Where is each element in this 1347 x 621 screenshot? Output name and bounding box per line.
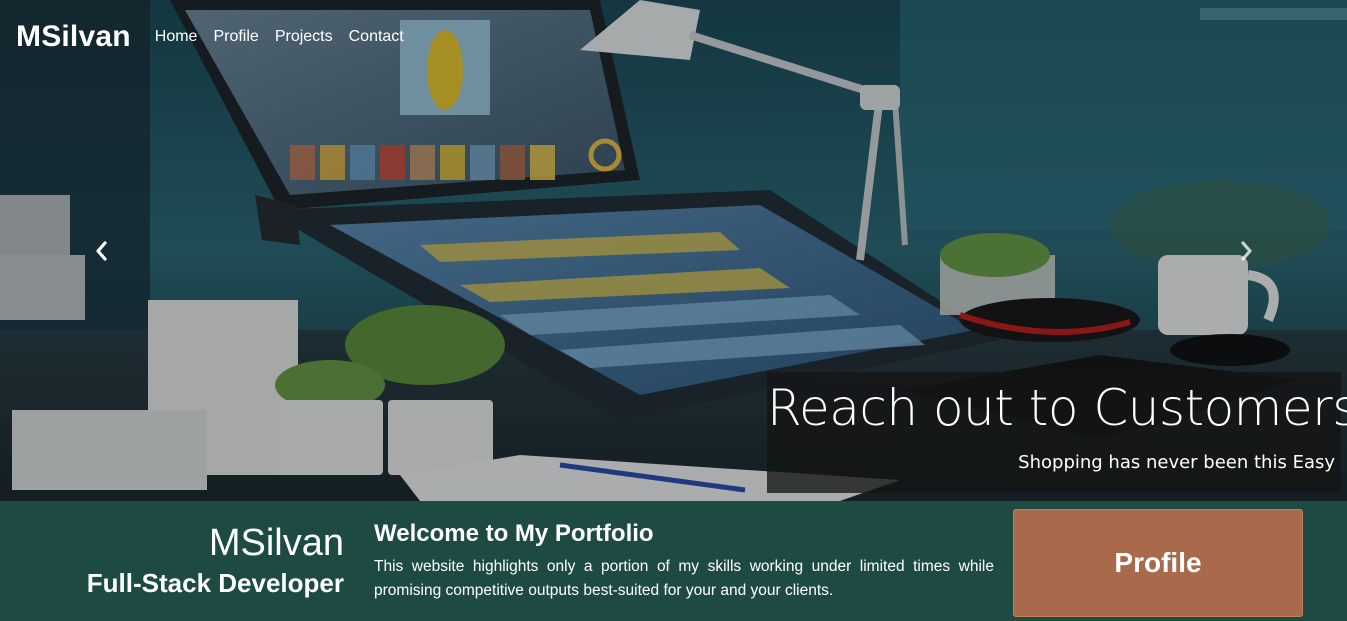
- welcome-text: This website highlights only a portion o…: [374, 558, 994, 599]
- chevron-right-icon: [1241, 241, 1252, 261]
- owner-name: MSilvan: [208, 522, 344, 564]
- caption-subtitle: Shopping has never been this Easy: [1018, 452, 1335, 473]
- chevron-left-icon: [96, 241, 107, 261]
- brand-logo[interactable]: MSilvan: [16, 20, 131, 54]
- welcome-block: Welcome to My Portfolio This website hig…: [374, 519, 994, 603]
- carousel-caption: Reach out to Customers Shopping has neve…: [767, 372, 1347, 493]
- owner-role: Full-Stack Developer: [86, 568, 344, 598]
- navbar: MSilvan Home Profile Projects Contact: [0, 0, 1347, 74]
- identity-block: MSilvan Full-Stack Developer: [87, 521, 344, 599]
- nav-link-home[interactable]: Home: [155, 28, 198, 46]
- nav-link-projects[interactable]: Projects: [275, 28, 333, 46]
- welcome-title: Welcome to My Portfolio: [374, 520, 654, 547]
- caption-title: Reach out to Customers: [767, 379, 1347, 437]
- intro-strip: MSilvan Full-Stack Developer Welcome to …: [0, 501, 1347, 621]
- hero-carousel: MSilvan Home Profile Projects Contact Re…: [0, 0, 1347, 501]
- nav-link-contact[interactable]: Contact: [349, 28, 404, 46]
- nav-link-profile[interactable]: Profile: [213, 28, 258, 46]
- carousel-prev-button[interactable]: [86, 236, 116, 266]
- carousel-next-button[interactable]: [1232, 236, 1262, 266]
- profile-button[interactable]: Profile: [1013, 509, 1303, 617]
